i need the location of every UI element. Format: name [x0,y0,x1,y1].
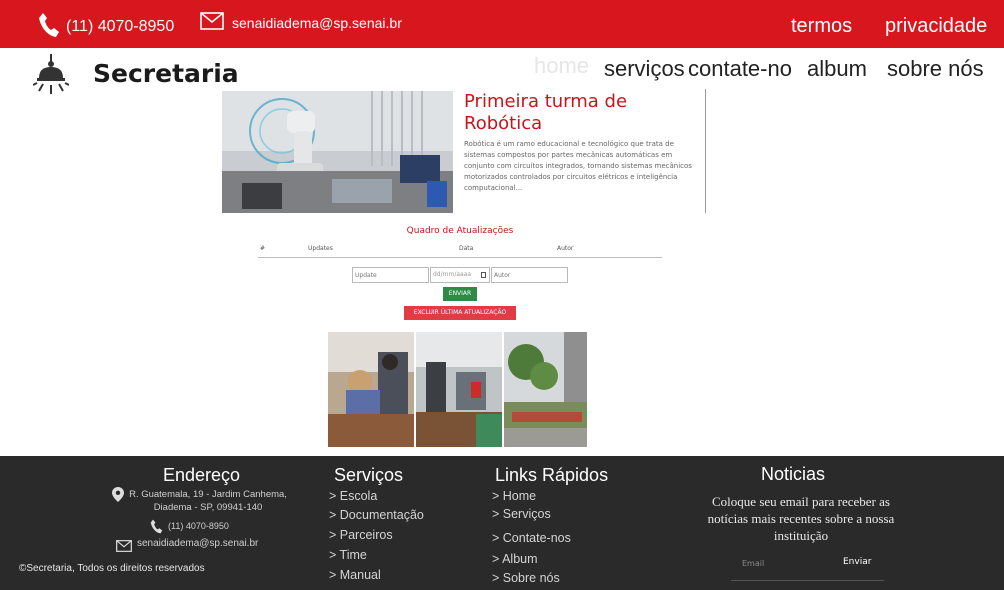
featured-text: Robótica é um ramo educacional e tecnoló… [464,140,692,192]
footer-link-escola[interactable]: > Escola [329,489,377,503]
featured-title[interactable]: Primeira turma de Robótica [464,91,684,135]
updates-table-header: # Updates Data Autor [258,243,662,258]
robot-arm-photo [222,91,453,213]
col-updates: Updates [308,245,333,252]
brand-title[interactable]: Secretaria [93,59,239,88]
newsletter-send-button[interactable]: Enviar [843,557,871,567]
col-data: Data [459,245,474,252]
topbar-phone-text: (11) 4070-8950 [66,18,175,35]
newsletter-email-input[interactable]: Email [742,559,764,568]
lamp-logo-icon[interactable] [32,54,70,100]
footer-link-parceiros[interactable]: > Parceiros [329,528,393,542]
footer-link-home[interactable]: > Home [492,489,536,503]
termos-link[interactable]: termos [791,15,852,38]
gallery-photo-workshop[interactable] [416,332,502,447]
col-autor: Autor [557,245,574,252]
newsletter-form: Email Enviar [731,551,884,581]
date-placeholder: dd/mm/aaaa [433,271,472,278]
footer-link-sobre[interactable]: > Sobre nós [492,571,560,585]
footer-news-title: Noticias [761,464,826,484]
copyright: ©Secretaria, Todos os direitos reservado… [19,563,205,574]
location-pin-icon [112,487,124,506]
footer-link-servicos[interactable]: > Serviços [492,507,551,521]
nav-album[interactable]: album [807,56,867,82]
footer-link-contate[interactable]: > Contate-nos [492,531,571,545]
footer-link-manual[interactable]: > Manual [329,568,381,582]
top-bar: (11) 4070-8950 senaidiadema@sp.senai.br … [0,0,1004,48]
footer-link-album[interactable]: > Album [492,552,538,566]
footer: Endereço R. Guatemala, 19 - Jardim Canhe… [0,456,1004,590]
updates-title: Quadro de Atualizações [406,226,514,236]
footer-link-documentacao[interactable]: > Documentação [329,508,424,522]
footer-news-text: Coloque seu email para receber as notíci… [707,494,895,543]
update-input[interactable] [352,267,429,283]
footer-phone[interactable]: (11) 4070-8950 [168,520,229,533]
col-index: # [260,245,266,252]
nav-sobre[interactable]: sobre nós [887,56,984,82]
footer-address: R. Guatemala, 19 - Jardim Canhema, Diade… [129,489,287,513]
nav-home[interactable]: home [534,53,589,79]
footer-link-time[interactable]: > Time [329,548,367,562]
gallery-photo-garden[interactable] [504,332,587,447]
topbar-phone[interactable]: (11) 4070-8950 [38,12,174,42]
author-input[interactable] [491,267,568,283]
phone-icon [38,12,60,42]
footer-quick-title: Links Rápidos [495,465,609,485]
footer-phone-icon [150,519,163,538]
footer-services-title: Serviços [334,465,404,485]
delete-last-update-button[interactable]: EXCLUIR ÚLTIMA ATUALIZAÇÃO [404,306,516,320]
featured-card: Primeira turma de Robótica Robótica é um… [222,89,706,213]
topbar-email[interactable]: senaidiadema@sp.senai.br [200,12,402,34]
footer-email[interactable]: senaidiadema@sp.senai.br [137,537,258,550]
calendar-icon [481,272,486,278]
nav-contate[interactable]: contate-no [688,56,792,82]
topbar-email-text: senaidiadema@sp.senai.br [232,15,402,31]
privacidade-link[interactable]: privacidade [885,15,987,38]
footer-address-title: Endereço [163,465,241,485]
page: (11) 4070-8950 senaidiadema@sp.senai.br … [0,0,1004,590]
date-input[interactable]: dd/mm/aaaa [430,267,490,283]
submit-update-button[interactable]: ENVIAR [443,287,477,301]
gallery-photo-lab[interactable] [328,332,414,447]
mail-icon [200,12,224,34]
footer-mail-icon [116,537,132,556]
nav-servicos[interactable]: serviços [604,56,685,82]
